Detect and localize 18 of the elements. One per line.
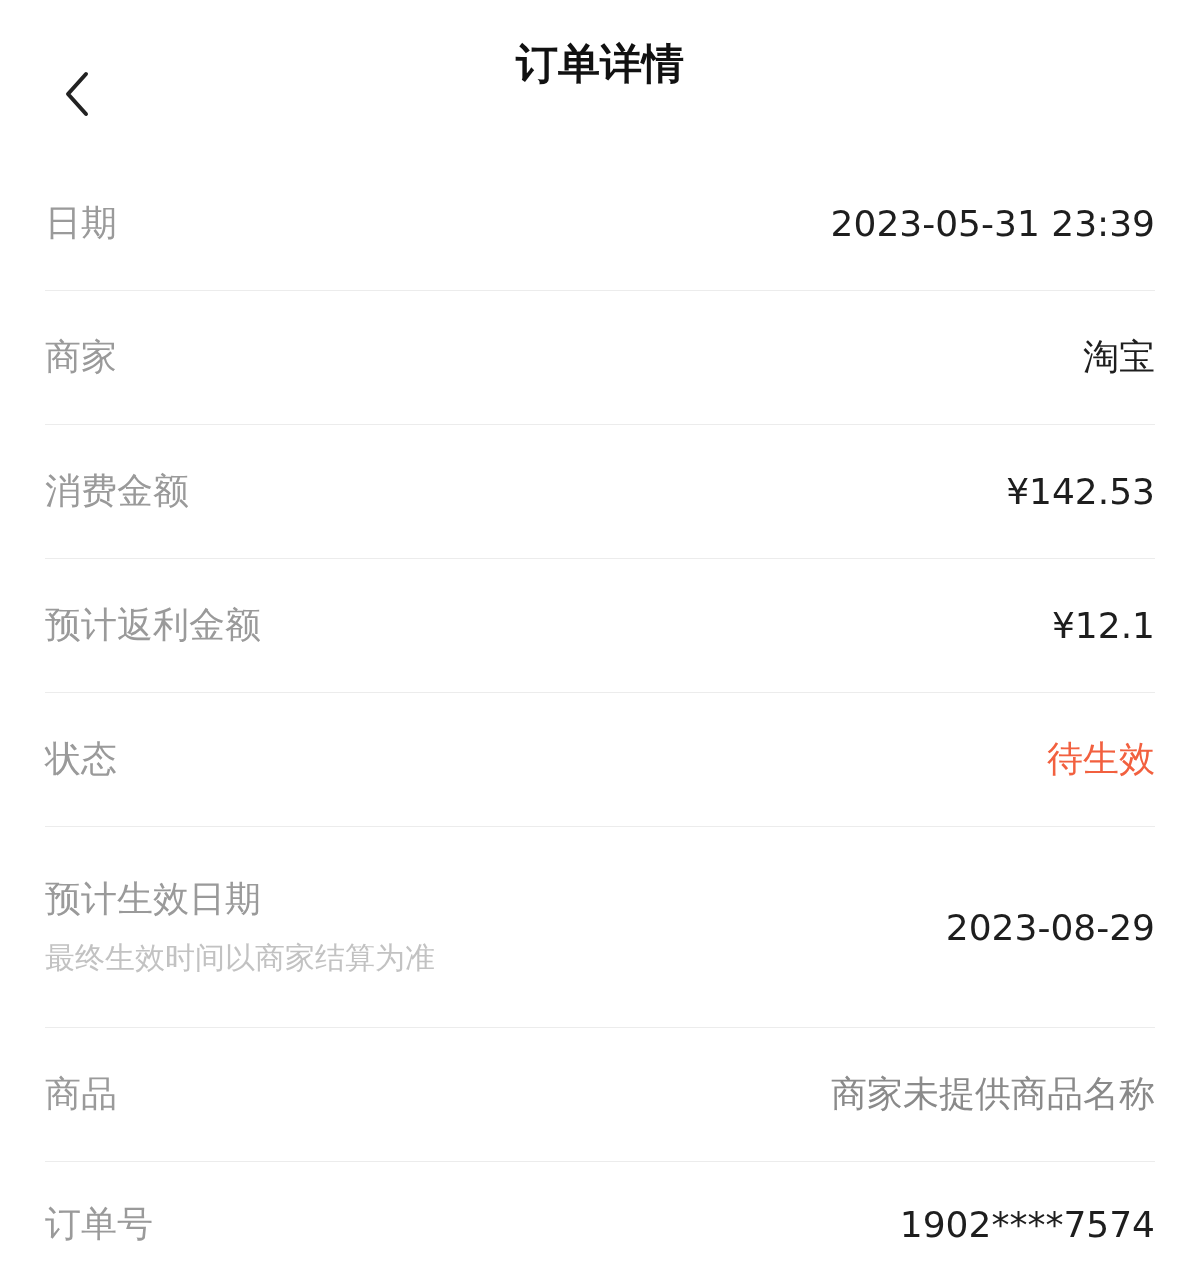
field-value: 2023-05-31 23:39: [830, 203, 1155, 244]
field-label: 状态: [45, 737, 117, 781]
field-label: 商家: [45, 335, 117, 379]
field-label: 消费金额: [45, 469, 189, 513]
field-label: 日期: [45, 201, 117, 245]
field-value: ¥12.1: [1051, 605, 1155, 646]
field-label: 预计生效日期: [45, 877, 262, 921]
field-label: 订单号: [45, 1201, 153, 1246]
field-value: 淘宝: [1083, 335, 1155, 379]
field-note: 最终生效时间以商家结算为准: [45, 939, 435, 977]
field-value: 待生效: [1047, 737, 1155, 781]
field-value: 商家未提供商品名称: [831, 1072, 1155, 1116]
field-label: 商品: [45, 1072, 117, 1116]
field-value: 2023-08-29: [945, 906, 1155, 948]
field-value: 1902****7574: [899, 1203, 1155, 1245]
field-label: 预计返利金额: [45, 603, 261, 647]
field-value: ¥142.53: [1006, 471, 1155, 512]
page-title: 订单详情: [516, 37, 684, 90]
